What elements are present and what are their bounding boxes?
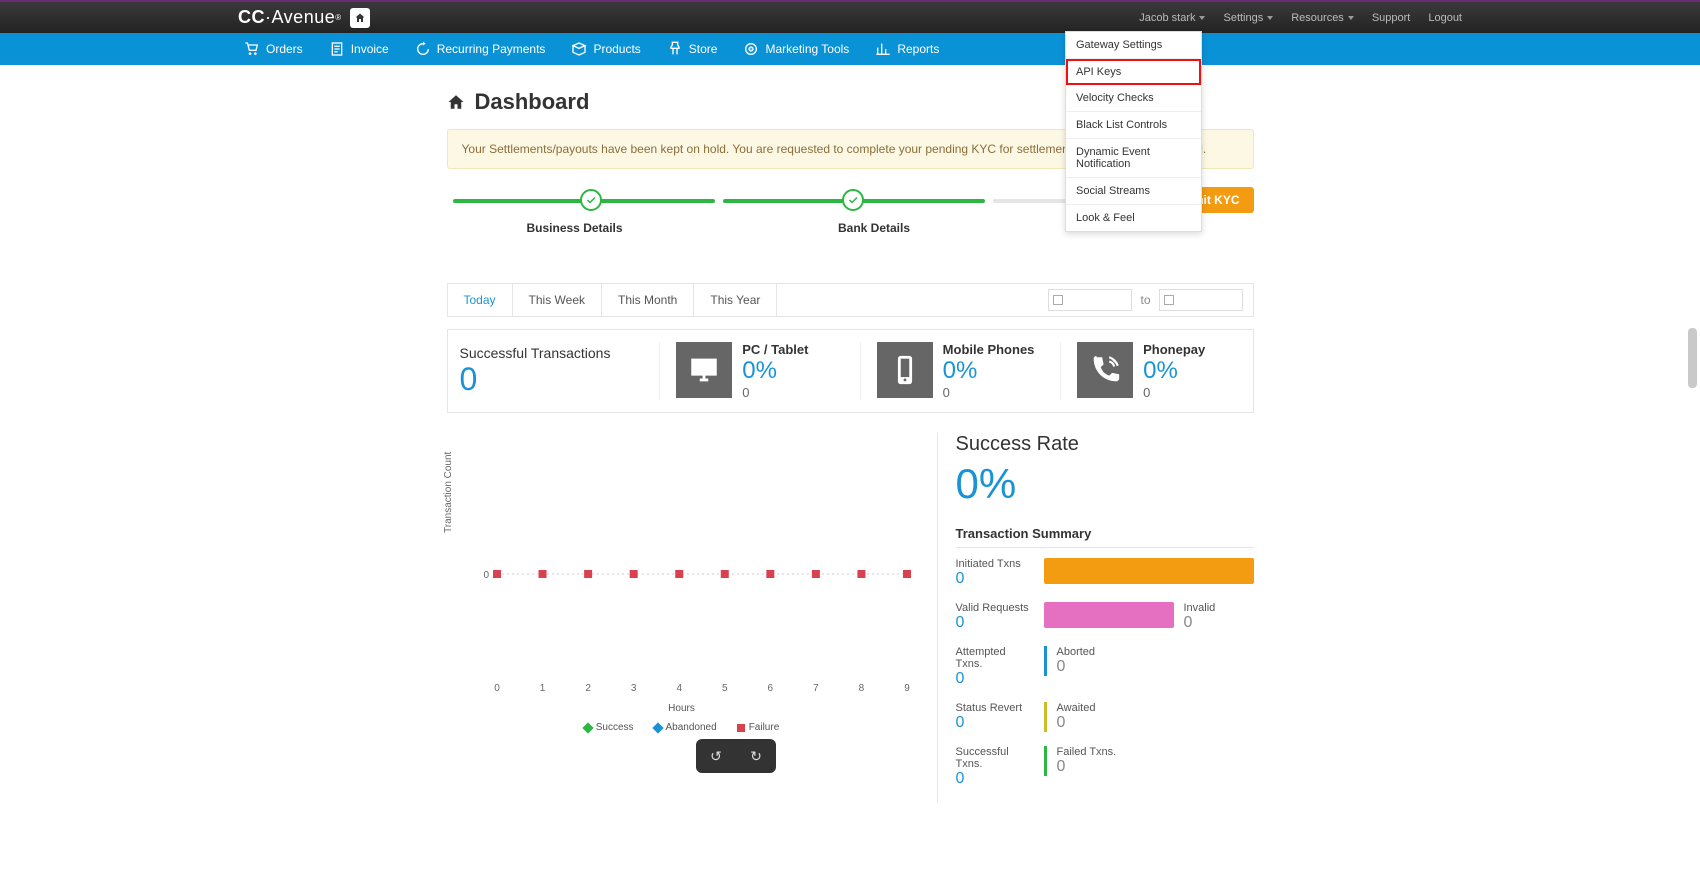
settings-dropdown: Gateway SettingsAPI KeysVelocity ChecksB… [1065,31,1202,232]
nav-orders[interactable]: Orders [234,41,313,57]
summary-panel: Success Rate 0% Transaction Summary Init… [937,433,1254,802]
svg-text:1: 1 [539,683,545,694]
user-menu[interactable]: Jacob stark [1139,12,1205,24]
tab-today[interactable]: Today [448,284,513,316]
nav-products[interactable]: Products [561,41,650,57]
svg-text:5: 5 [721,683,727,694]
summary-row: Initiated Txns0 [956,558,1254,588]
step-check-icon [842,189,864,211]
svg-text:0: 0 [494,683,500,694]
home-icon [447,93,465,111]
mobile-icon [877,342,933,398]
svg-text:6: 6 [767,683,773,694]
step-label: Bank Details [838,221,910,235]
nav-store[interactable]: Store [657,41,728,57]
scrollbar-thumb[interactable] [1688,328,1697,388]
svg-text:9: 9 [904,683,910,694]
transactions-chart: Transaction Count 00123456789 Hours Succ… [447,433,917,802]
svg-text:3: 3 [630,683,636,694]
date-to-input[interactable] [1159,289,1243,311]
svg-text:7: 7 [813,683,819,694]
marketing-icon [743,41,759,57]
store-icon [667,41,683,57]
chart-xlabel: Hours [447,703,917,714]
chart-legend: Success Abandoned Failure [447,722,917,733]
dropdown-item-dynamic-event-notification[interactable]: Dynamic Event Notification [1066,139,1201,178]
resources-menu[interactable]: Resources [1291,12,1354,24]
svg-text:2: 2 [585,683,591,694]
topbar: CC·Avenue® Jacob stark Settings Resource… [0,0,1700,33]
calendar-icon [1164,295,1174,305]
brand-logo: CC·Avenue® [238,7,370,28]
summary-row: Valid Requests0Invalid0 [956,602,1254,632]
dropdown-item-social-streams[interactable]: Social Streams [1066,178,1201,205]
rotate-left-icon[interactable]: ↺ [710,748,722,765]
svg-text:8: 8 [858,683,864,694]
chart-ylabel: Transaction Count [443,452,454,533]
reports-icon [875,41,891,57]
pc-icon [676,342,732,398]
tab-this-year[interactable]: This Year [694,284,777,316]
period-tabs: Today This Week This Month This Year to [447,283,1254,317]
products-icon [571,41,587,57]
step-check-icon [580,189,602,211]
calendar-icon [1053,295,1063,305]
nav-marketing-tools[interactable]: Marketing Tools [733,41,859,57]
nav-invoice[interactable]: Invoice [319,41,399,57]
success-rate-value: 0% [956,460,1254,508]
tab-this-month[interactable]: This Month [602,284,694,316]
cart-icon [244,41,260,57]
dropdown-item-velocity-checks[interactable]: Velocity Checks [1066,85,1201,112]
successful-transactions-card: Successful Transactions 0 [460,345,640,398]
settings-menu[interactable]: Settings [1223,12,1273,24]
floating-controls: ↺ ↻ [696,739,776,773]
phone-icon [1077,342,1133,398]
step-label: Business Details [527,221,623,235]
recurring-icon [415,41,431,57]
summary-row: Status Revert0Awaited0 [956,702,1254,732]
device-pc-card: PC / Tablet 0% 0 [659,342,839,400]
success-rate-label: Success Rate [956,433,1254,456]
stats-row: Successful Transactions 0 PC / Tablet 0%… [447,329,1254,413]
date-from-input[interactable] [1048,289,1132,311]
summary-row: Successful Txns.0Failed Txns.0 [956,746,1254,788]
summary-row: Attempted Txns.0Aborted0 [956,646,1254,688]
dropdown-item-api-keys[interactable]: API Keys [1066,59,1201,85]
tab-this-week[interactable]: This Week [513,284,602,316]
chart-canvas: 0 0 1 2 3 4 5 6 7 8 9 [447,443,917,703]
svg-text:4: 4 [676,683,682,694]
device-phonepay-card: Phonepay 0% 0 [1060,342,1240,400]
dropdown-item-look-feel[interactable]: Look & Feel [1066,205,1201,231]
svg-text:0: 0 [483,570,489,581]
logout-link[interactable]: Logout [1428,12,1462,24]
dropdown-item-gateway-settings[interactable]: Gateway Settings [1066,32,1201,59]
nav-recurring-payments[interactable]: Recurring Payments [405,41,556,57]
support-link[interactable]: Support [1372,12,1411,24]
main-nav: Orders Invoice Recurring Payments Products S… [0,33,1700,65]
nav-reports[interactable]: Reports [865,41,949,57]
topbar-right: Jacob stark Settings Resources Support L… [1139,12,1462,24]
dropdown-item-black-list-controls[interactable]: Black List Controls [1066,112,1201,139]
home-icon[interactable] [350,8,370,28]
device-mobile-card: Mobile Phones 0% 0 [860,342,1040,400]
invoice-icon [329,41,345,57]
date-to-label: to [1140,293,1150,307]
transaction-summary-title: Transaction Summary [956,526,1254,548]
rotate-right-icon[interactable]: ↻ [750,748,762,765]
